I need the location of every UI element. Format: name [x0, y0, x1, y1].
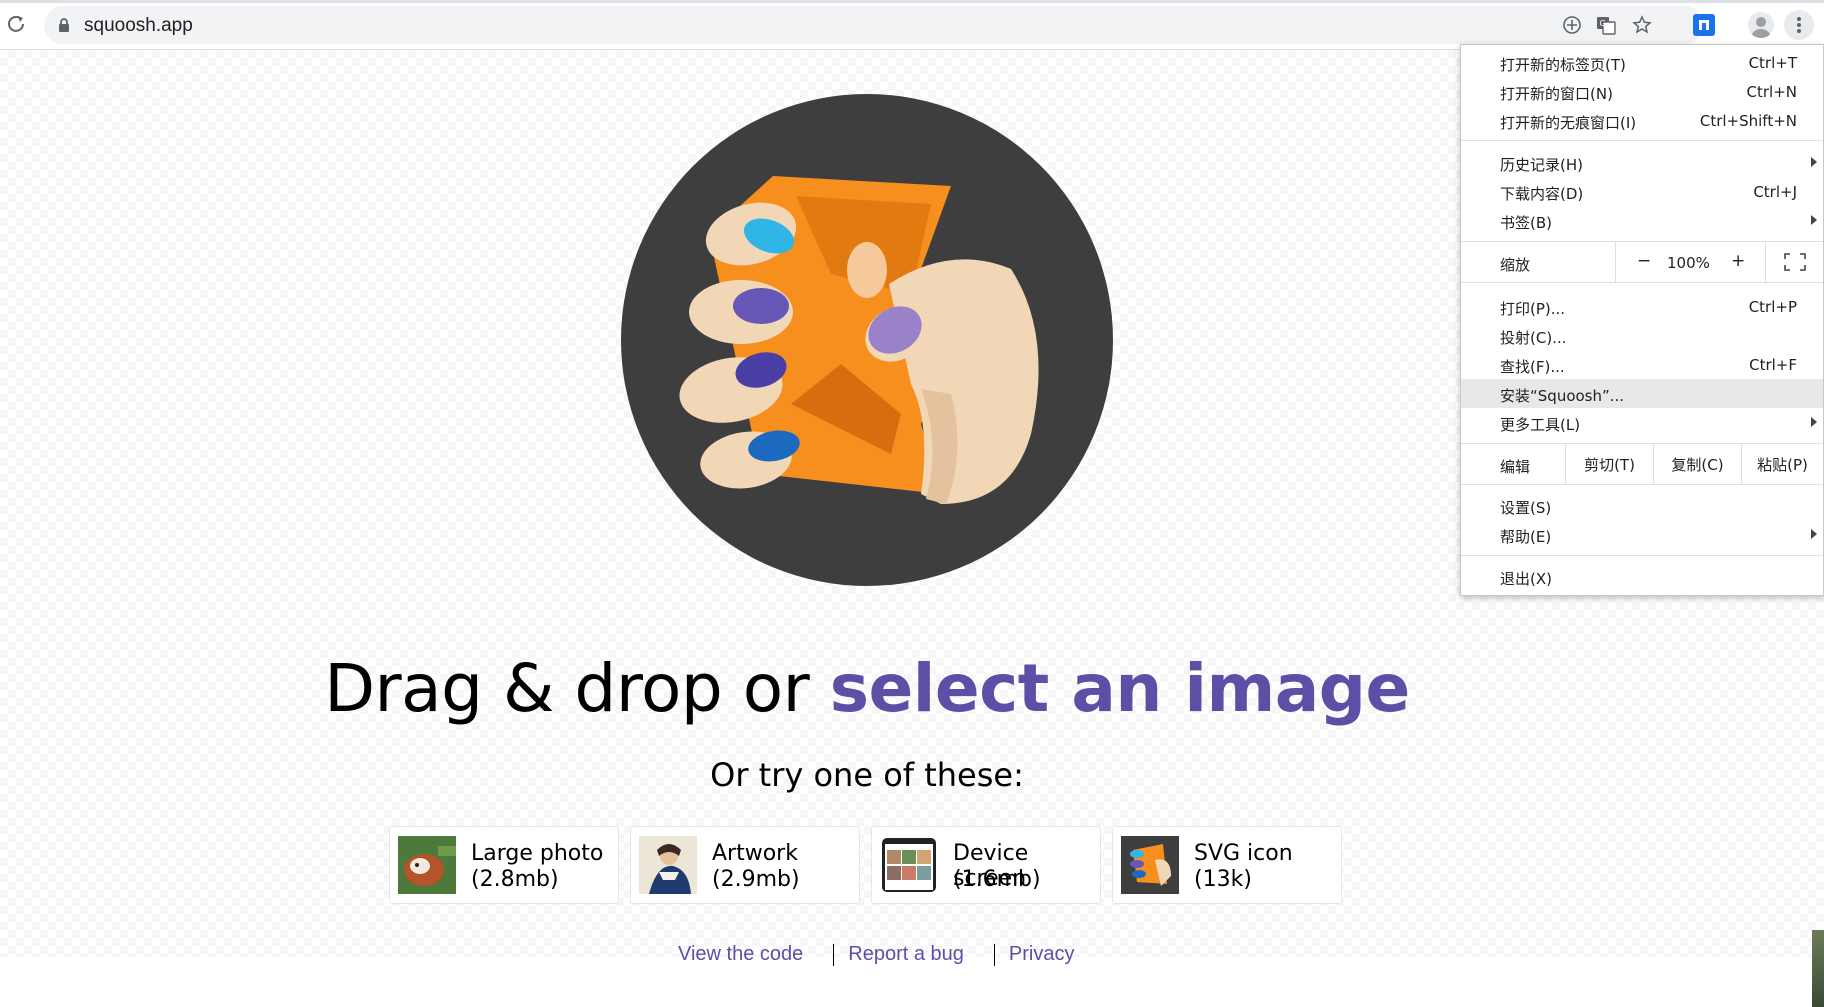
menu-settings[interactable]: 设置(S) — [1461, 491, 1823, 520]
menu-find[interactable]: 查找(F)... Ctrl+F — [1461, 350, 1823, 379]
copy-button[interactable]: 复制(C) — [1653, 444, 1741, 484]
menu-item-label: 退出(X) — [1500, 570, 1552, 588]
submenu-arrow-icon — [1811, 529, 1817, 539]
reload-icon[interactable] — [4, 12, 28, 36]
zoom-out-button[interactable]: − — [1637, 251, 1651, 271]
menu-item-label: 打开新的窗口(N) — [1500, 85, 1613, 103]
menu-item-label: 投射(C)... — [1500, 329, 1567, 347]
menu-zoom-row: 缩放 − 100% + — [1461, 242, 1823, 282]
demo-size: (13k) — [1194, 867, 1252, 892]
menu-divider — [1461, 555, 1823, 556]
browser-toolbar: squoosh.app G — [0, 0, 1824, 50]
menu-item-label: 设置(S) — [1500, 499, 1552, 517]
cut-button[interactable]: 剪切(T) — [1565, 444, 1653, 484]
demo-svg-icon[interactable]: SVG icon (13k) — [1112, 826, 1342, 904]
menu-item-shortcut: Ctrl+P — [1748, 298, 1797, 316]
demo-subheading: Or try one of these: — [710, 756, 1024, 794]
menu-more-tools[interactable]: 更多工具(L) — [1461, 408, 1823, 437]
menu-install-squoosh[interactable]: 安装“Squoosh”... — [1461, 379, 1823, 408]
demo-title: SVG icon — [1194, 841, 1293, 866]
fullscreen-icon[interactable] — [1784, 253, 1806, 271]
submenu-arrow-icon — [1811, 157, 1817, 167]
footer-divider — [833, 943, 835, 966]
svg-text:G: G — [1600, 19, 1606, 28]
star-icon[interactable] — [1632, 15, 1652, 35]
demo-title: Artwork — [712, 841, 798, 866]
url-text[interactable]: squoosh.app — [84, 15, 193, 37]
demo-size: (1.6mb) — [953, 867, 1041, 892]
paste-button[interactable]: 粘贴(P) — [1741, 444, 1823, 484]
menu-item-shortcut: Ctrl+N — [1746, 83, 1797, 101]
view-code-link[interactable]: View the code — [678, 943, 803, 965]
zoom-divider — [1765, 242, 1766, 282]
menu-item-label: 打开新的标签页(T) — [1500, 56, 1626, 74]
menu-help[interactable]: 帮助(E) — [1461, 520, 1823, 549]
menu-divider — [1461, 484, 1823, 485]
menu-item-label: 下载内容(D) — [1500, 185, 1584, 203]
menu-item-label: 打开新的无痕窗口(I) — [1500, 114, 1637, 132]
zoom-in-button[interactable]: + — [1731, 251, 1745, 271]
demo-size: (2.9mb) — [712, 867, 800, 892]
menu-item-shortcut: Ctrl+F — [1749, 356, 1797, 374]
privacy-link[interactable]: Privacy — [1009, 943, 1075, 965]
menu-edit-row: 编辑 剪切(T) 复制(C) 粘贴(P) — [1461, 444, 1823, 484]
menu-new-incognito[interactable]: 打开新的无痕窗口(I) Ctrl+Shift+N — [1461, 106, 1823, 135]
menu-item-label: 帮助(E) — [1500, 528, 1552, 546]
drop-headline: Drag & drop or select an image — [0, 650, 1734, 727]
report-bug-link[interactable]: Report a bug — [848, 943, 964, 965]
menu-print[interactable]: 打印(P)... Ctrl+P — [1461, 292, 1823, 321]
squoosh-logo — [621, 94, 1113, 586]
menu-downloads[interactable]: 下载内容(D) Ctrl+J — [1461, 177, 1823, 206]
more-vert-icon[interactable] — [1784, 10, 1814, 40]
menu-divider — [1461, 282, 1823, 283]
demo-title: Large photo — [471, 841, 604, 866]
demo-artwork[interactable]: Artwork (2.9mb) — [630, 826, 860, 904]
demo-device-screen[interactable]: Device screen (1.6mb) — [871, 826, 1101, 904]
menu-item-shortcut: Ctrl+T — [1748, 54, 1797, 72]
profile-icon[interactable] — [1748, 12, 1774, 38]
menu-item-label: 打印(P)... — [1500, 300, 1566, 318]
zoom-value: 100% — [1667, 254, 1710, 272]
corner-image-fragment — [1812, 930, 1824, 1007]
tab-strip-edge — [0, 0, 1824, 3]
demo-size: (2.8mb) — [471, 867, 559, 892]
add-icon[interactable] — [1562, 15, 1582, 35]
menu-cast[interactable]: 投射(C)... — [1461, 321, 1823, 350]
menu-exit[interactable]: 退出(X) — [1461, 562, 1823, 591]
svg-icon-thumbnail — [1121, 836, 1179, 894]
menu-new-window[interactable]: 打开新的窗口(N) Ctrl+N — [1461, 77, 1823, 106]
demo-large-photo[interactable]: Large photo (2.8mb) — [389, 826, 619, 904]
menu-bookmarks[interactable]: 书签(B) — [1461, 206, 1823, 235]
edit-label: 编辑 — [1500, 458, 1531, 476]
menu-item-label: 查找(F)... — [1500, 358, 1565, 376]
menu-history[interactable]: 历史记录(H) — [1461, 148, 1823, 177]
device-screen-thumbnail — [880, 836, 938, 894]
menu-new-tab[interactable]: 打开新的标签页(T) Ctrl+T — [1461, 48, 1823, 77]
address-bar[interactable]: squoosh.app G — [44, 6, 1704, 44]
submenu-arrow-icon — [1811, 215, 1817, 225]
lock-icon — [56, 17, 72, 33]
browser-main-menu: 打开新的标签页(T) Ctrl+T 打开新的窗口(N) Ctrl+N 打开新的无… — [1460, 44, 1824, 596]
menu-item-label: 更多工具(L) — [1500, 416, 1581, 434]
translate-icon[interactable]: G — [1596, 15, 1616, 35]
footer-links: View the code Report a bug Privacy — [678, 943, 1105, 966]
artwork-thumbnail — [639, 836, 697, 894]
menu-item-label: 历史记录(H) — [1500, 156, 1583, 174]
zoom-divider — [1615, 242, 1616, 282]
submenu-arrow-icon — [1811, 417, 1817, 427]
select-image-link[interactable]: select an image — [830, 650, 1411, 727]
menu-divider — [1461, 140, 1823, 141]
menu-item-shortcut: Ctrl+J — [1753, 183, 1797, 201]
zoom-label: 缩放 — [1500, 256, 1531, 274]
headline-text: Drag & drop or — [324, 650, 830, 727]
footer-divider — [993, 943, 995, 966]
menu-item-label: 书签(B) — [1500, 214, 1552, 232]
menu-item-label: 安装“Squoosh”... — [1500, 387, 1625, 405]
menu-item-shortcut: Ctrl+Shift+N — [1699, 112, 1797, 130]
extension-icon[interactable] — [1693, 14, 1715, 36]
red-panda-thumbnail — [398, 836, 456, 894]
